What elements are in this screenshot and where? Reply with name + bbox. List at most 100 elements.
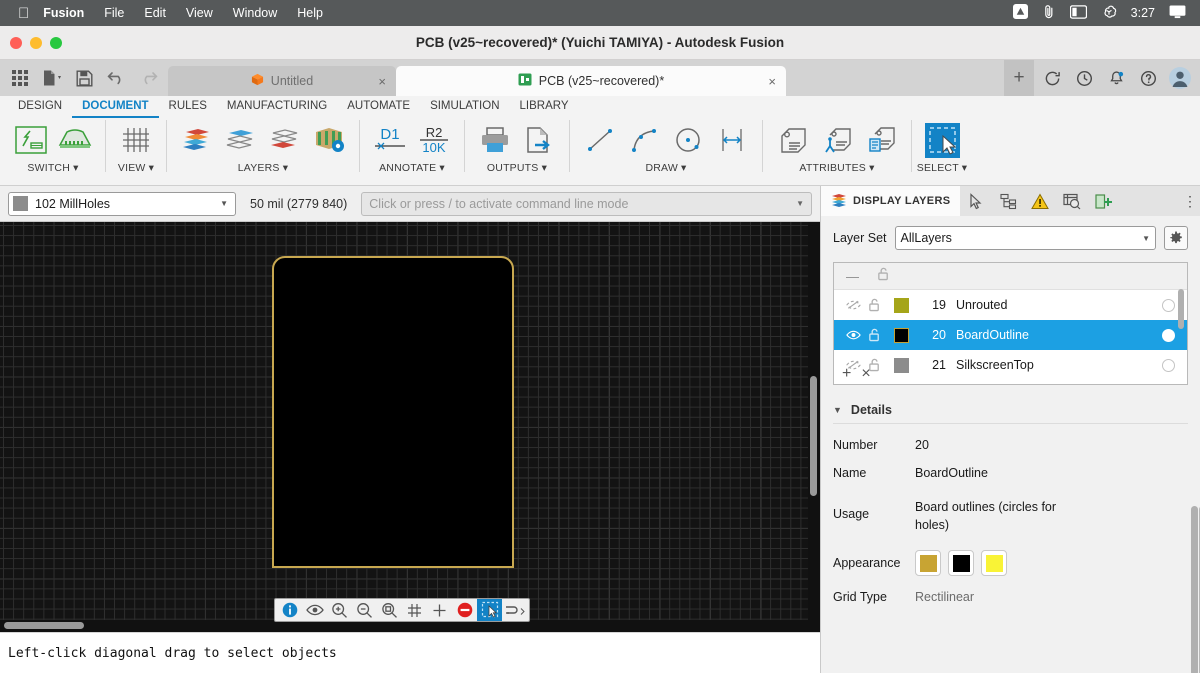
chevron-down-icon[interactable]: ▼ [833,405,842,415]
resistor-r2-10k-icon[interactable]: R2 10K [414,120,454,160]
document-tab-pcb[interactable]: PCB (v25~recovered)* × [396,66,786,96]
arc-icon[interactable] [624,120,664,160]
close-window-button[interactable] [10,37,22,49]
panel-more-options-button[interactable]: ⋮ [1180,186,1200,216]
paperclip-icon[interactable] [1042,4,1056,22]
gear-icon[interactable] [1164,226,1188,250]
inspect-search-icon[interactable] [1056,186,1088,216]
autodesk-drive-icon[interactable] [1012,4,1028,22]
appearance-swatch-black[interactable] [948,550,974,577]
details-section-header[interactable]: ▼ Details [833,403,1188,424]
clock-history-icon[interactable] [1070,64,1098,92]
menubar-clock[interactable]: 3:27 [1131,6,1155,20]
new-document-icon[interactable] [38,64,66,92]
redo-icon[interactable] [134,64,162,92]
layer-color-swatch[interactable] [894,327,909,343]
print-icon[interactable] [475,120,515,160]
tag-document-icon[interactable] [861,120,901,160]
switch-3d-board-icon[interactable] [55,120,95,160]
details-scrollbar[interactable] [1191,506,1198,673]
unlock-icon[interactable] [868,328,894,342]
layer-list[interactable]: — 19 Unrouted 20 BoardOutline 21 Silkscr… [833,262,1188,385]
appearance-swatch-gold[interactable] [915,550,941,577]
menu-item-edit[interactable]: Edit [144,6,166,20]
route-wire-icon[interactable] [502,599,527,621]
remove-layer-button[interactable]: × [861,365,870,383]
ribbon-tab-design[interactable]: DESIGN [8,96,72,118]
close-icon[interactable]: × [768,74,776,89]
appearance-swatch-yellow[interactable] [981,550,1007,577]
tag-net-icon[interactable] [817,120,857,160]
warning-icon[interactable] [1024,186,1056,216]
layer-row-unrouted[interactable]: 19 Unrouted [834,290,1187,320]
board-outline-shape[interactable] [272,256,514,568]
collapse-all-icon[interactable]: — [846,269,859,284]
chevron-down-icon[interactable]: ▼ [220,199,231,208]
layer-list-scrollbar[interactable] [1178,289,1184,329]
layer-color-swatch[interactable] [894,297,909,313]
layer-row-boardoutline[interactable]: 20 BoardOutline [834,320,1187,350]
grid-view-icon[interactable] [116,120,156,160]
grid-toggle-icon[interactable] [402,599,427,621]
refresh-icon[interactable] [1038,64,1066,92]
help-icon[interactable] [1134,64,1162,92]
chevron-down-icon[interactable]: ▼ [796,199,804,208]
info-icon[interactable] [277,599,302,621]
ribbon-tab-document[interactable]: DOCUMENT [72,96,159,118]
layer-stack-icon[interactable] [177,120,217,160]
pcb-canvas[interactable] [0,222,808,620]
document-tab-untitled[interactable]: Untitled × [168,66,396,96]
eye-visible-icon[interactable] [846,329,868,341]
ribbon-group-view-label[interactable]: VIEW ▾ [118,162,154,174]
account-avatar-icon[interactable] [1166,64,1194,92]
menu-item-view[interactable]: View [186,6,213,20]
menu-item-file[interactable]: File [104,6,124,20]
layer-row-silkscreenbottom[interactable]: 22 SilkscreenBottom [834,380,1187,384]
maximize-window-button[interactable] [50,37,62,49]
menu-item-help[interactable]: Help [297,6,323,20]
split-view-icon[interactable] [1069,4,1087,22]
ribbon-tab-simulation[interactable]: SIMULATION [420,96,509,118]
zoom-in-icon[interactable] [327,599,352,621]
active-layer-select[interactable]: 102 MillHoles ▼ [8,191,236,216]
ribbon-group-attributes-label[interactable]: ATTRIBUTES ▾ [799,162,874,174]
switch-schematic-icon[interactable] [11,120,51,160]
ribbon-tab-library[interactable]: LIBRARY [510,96,579,118]
ribbon-tab-manufacturing[interactable]: MANUFACTURING [217,96,337,118]
dimension-icon[interactable] [712,120,752,160]
layer-active-radio[interactable] [1162,358,1175,372]
cursor-select-icon[interactable] [960,186,992,216]
close-icon[interactable]: × [378,74,386,89]
ribbon-group-annotate-label[interactable]: ANNOTATE ▾ [379,162,445,174]
canvas-horizontal-scrollbar[interactable] [4,622,804,629]
ribbon-tab-automate[interactable]: AUTOMATE [337,96,420,118]
circle-icon[interactable] [668,120,708,160]
ribbon-group-draw-label[interactable]: DRAW ▾ [645,162,686,174]
ribbon-group-switch-label[interactable]: SWITCH ▾ [27,162,78,174]
menu-item-fusion[interactable]: Fusion [43,6,84,20]
menu-item-window[interactable]: Window [233,6,277,20]
undo-icon[interactable] [102,64,130,92]
canvas-vertical-scrollbar[interactable] [810,226,817,616]
line-icon[interactable] [580,120,620,160]
add-tab-button[interactable]: + [1004,60,1034,96]
export-document-icon[interactable] [519,120,559,160]
apple-logo-icon[interactable]:  [18,6,29,21]
minimize-window-button[interactable] [30,37,42,49]
command-line-input[interactable]: Click or press / to activate command lin… [361,191,812,216]
chevron-down-icon[interactable]: ▼ [1142,234,1150,243]
layer-active-radio[interactable] [1162,328,1175,342]
notification-bell-icon[interactable] [1102,64,1130,92]
dimension-d1-icon[interactable]: D1 [370,120,410,160]
layer-row-silkscreentop[interactable]: 21 SilkscreenTop [834,350,1187,380]
add-component-icon[interactable] [1088,186,1120,216]
display-icon[interactable] [1169,4,1186,22]
layer-remove-icon[interactable] [265,120,305,160]
eye-hidden-icon[interactable] [846,299,868,311]
hierarchy-tree-icon[interactable] [992,186,1024,216]
ribbon-tab-rules[interactable]: RULES [159,96,217,118]
ribbon-group-layers-label[interactable]: LAYERS ▾ [238,162,288,174]
layer-settings-icon[interactable] [309,120,349,160]
pcb-canvas-area[interactable] [0,222,820,632]
eye-visibility-icon[interactable] [302,599,327,621]
